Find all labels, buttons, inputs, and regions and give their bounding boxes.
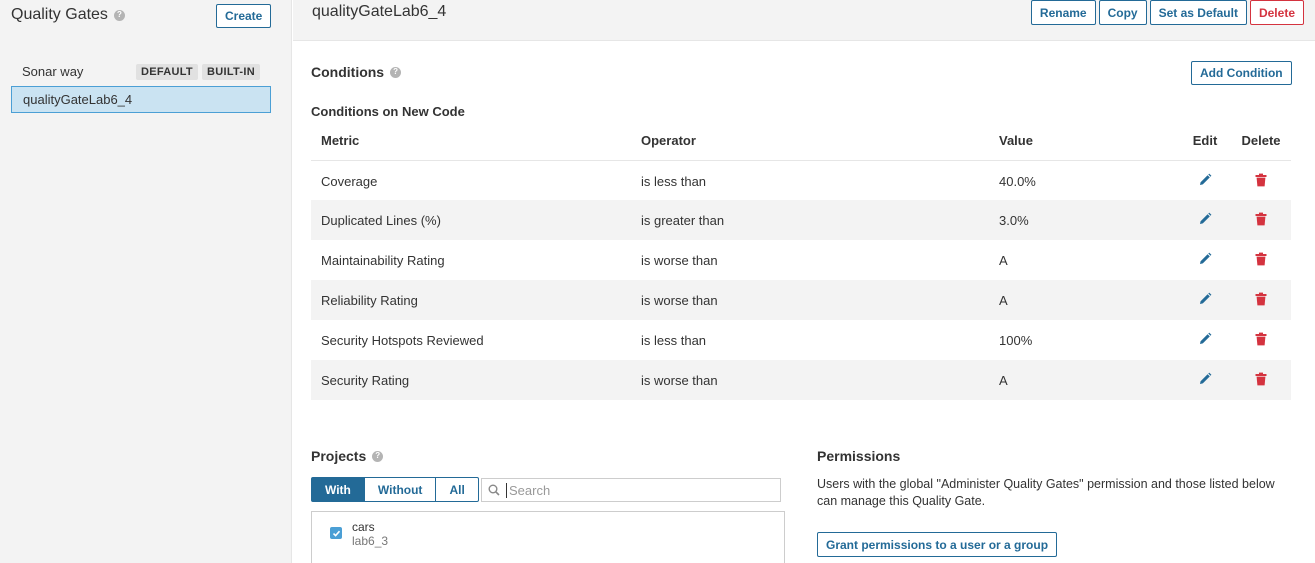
trash-icon[interactable]	[1254, 292, 1268, 306]
pencil-icon[interactable]	[1198, 372, 1212, 386]
filter-with-button[interactable]: With	[311, 477, 365, 502]
operator-cell: is greater than	[631, 200, 989, 240]
table-row: Duplicated Lines (%) is greater than 3.0%	[311, 200, 1291, 240]
gate-header: qualityGateLab6_4 Rename Copy Set as Def…	[293, 0, 1315, 41]
operator-cell: is worse than	[631, 280, 989, 320]
edit-cell	[1179, 240, 1231, 280]
search-icon	[488, 484, 500, 496]
column-header-operator: Operator	[631, 122, 989, 161]
sidebar-title: Quality Gates ?	[11, 6, 125, 24]
table-row: Security Hotspots Reviewed is less than 10…	[311, 320, 1291, 360]
set-as-default-button[interactable]: Set as Default	[1149, 0, 1247, 25]
create-button[interactable]: Create	[216, 4, 272, 28]
search-input[interactable]	[506, 482, 766, 498]
edit-cell	[1179, 280, 1231, 320]
trash-icon[interactable]	[1254, 173, 1268, 187]
gate-item-sonar-way[interactable]: Sonar way DEFAULT BUILT-IN	[11, 58, 271, 85]
copy-button[interactable]: Copy	[1098, 0, 1147, 25]
pencil-icon[interactable]	[1198, 292, 1212, 306]
project-filter-toggle: With Without All	[311, 477, 479, 502]
value-cell: 40.0%	[999, 174, 1036, 190]
column-header-metric: Metric	[311, 122, 631, 161]
help-icon[interactable]: ?	[372, 450, 384, 462]
gate-item-selected[interactable]: qualityGateLab6_4	[11, 86, 271, 113]
table-row: Security Rating is worse than A	[311, 360, 1291, 400]
delete-cell	[1231, 280, 1291, 320]
metric-cell: Coverage	[321, 174, 378, 190]
page-title: qualityGateLab6_4	[312, 3, 447, 20]
projects-title: Projects ?	[311, 448, 384, 464]
value-cell: A	[999, 252, 1008, 268]
list-item[interactable]: cars lab6_3	[330, 520, 388, 548]
pencil-icon[interactable]	[1198, 173, 1212, 187]
pencil-icon[interactable]	[1198, 332, 1212, 346]
delete-gate-button[interactable]: Delete	[1249, 0, 1304, 25]
project-name: cars	[352, 520, 375, 534]
metric-cell: Duplicated Lines (%)	[311, 200, 631, 240]
projects-title-text: Projects	[311, 448, 367, 464]
conditions-title-text: Conditions	[311, 64, 385, 80]
value-cell: A	[989, 360, 1179, 400]
operator-cell: is less than	[641, 332, 707, 348]
pencil-icon[interactable]	[1198, 212, 1212, 226]
permissions-description: Users with the global "Administer Qualit…	[817, 477, 1275, 508]
built-in-badge: BUILT-IN	[201, 63, 260, 80]
conditions-table: Metric Operator Value Edit Delete Covera…	[311, 122, 1291, 400]
permissions-title: Permissions	[817, 448, 901, 464]
metric-cell: Security Hotspots Reviewed	[321, 332, 484, 348]
project-search	[481, 478, 781, 502]
edit-cell	[1179, 160, 1231, 200]
trash-icon[interactable]	[1254, 372, 1268, 386]
metric-cell: Security Rating	[311, 360, 631, 400]
delete-cell	[1231, 160, 1291, 200]
table-row: Coverage is less than 40.0%	[311, 160, 1291, 200]
table-row: Maintainability Rating is worse than A	[311, 240, 1291, 280]
quality-gates-sidebar: Quality Gates ? Create Sonar way DEFAULT…	[0, 0, 292, 563]
project-key: lab6_3	[352, 534, 389, 548]
trash-icon[interactable]	[1254, 212, 1268, 226]
operator-cell: is worse than	[641, 252, 718, 268]
value-cell: 100%	[999, 332, 1033, 348]
default-badge: DEFAULT	[135, 63, 198, 80]
value-cell: A	[989, 280, 1179, 320]
checkbox-checked-icon[interactable]	[330, 527, 342, 539]
delete-cell	[1231, 200, 1291, 240]
sidebar-title-text: Quality Gates	[11, 6, 108, 23]
operator-cell: is worse than	[631, 360, 989, 400]
filter-without-button[interactable]: Without	[363, 477, 437, 502]
rename-button[interactable]: Rename	[1030, 0, 1096, 25]
pencil-icon[interactable]	[1198, 252, 1212, 266]
project-list: cars lab6_3	[311, 511, 785, 563]
delete-cell	[1231, 320, 1291, 360]
column-header-value: Value	[989, 122, 1179, 161]
conditions-title: Conditions ?	[311, 64, 402, 80]
trash-icon[interactable]	[1254, 252, 1268, 266]
add-condition-button[interactable]: Add Condition	[1191, 61, 1292, 85]
table-row: Reliability Rating is worse than A	[311, 280, 1291, 320]
gate-item-label: qualityGateLab6_4	[23, 92, 133, 107]
metric-cell: Maintainability Rating	[321, 252, 445, 268]
filter-all-button[interactable]: All	[435, 477, 479, 502]
conditions-subtitle: Conditions on New Code	[311, 104, 465, 119]
edit-cell	[1179, 320, 1231, 360]
gate-item-label: Sonar way	[22, 64, 84, 79]
help-icon[interactable]: ?	[113, 9, 125, 21]
metric-cell: Reliability Rating	[311, 280, 631, 320]
column-header-delete: Delete	[1231, 122, 1291, 161]
delete-cell	[1231, 360, 1291, 400]
grant-permissions-button[interactable]: Grant permissions to a user or a group	[817, 532, 1058, 557]
operator-cell: is less than	[641, 174, 707, 190]
header-actions: Rename Copy Set as Default Delete	[1030, 0, 1304, 25]
help-icon[interactable]: ?	[390, 66, 402, 78]
trash-icon[interactable]	[1254, 332, 1268, 346]
edit-cell	[1179, 360, 1231, 400]
column-header-edit: Edit	[1179, 122, 1231, 161]
delete-cell	[1231, 240, 1291, 280]
value-cell: 3.0%	[989, 200, 1179, 240]
edit-cell	[1179, 200, 1231, 240]
